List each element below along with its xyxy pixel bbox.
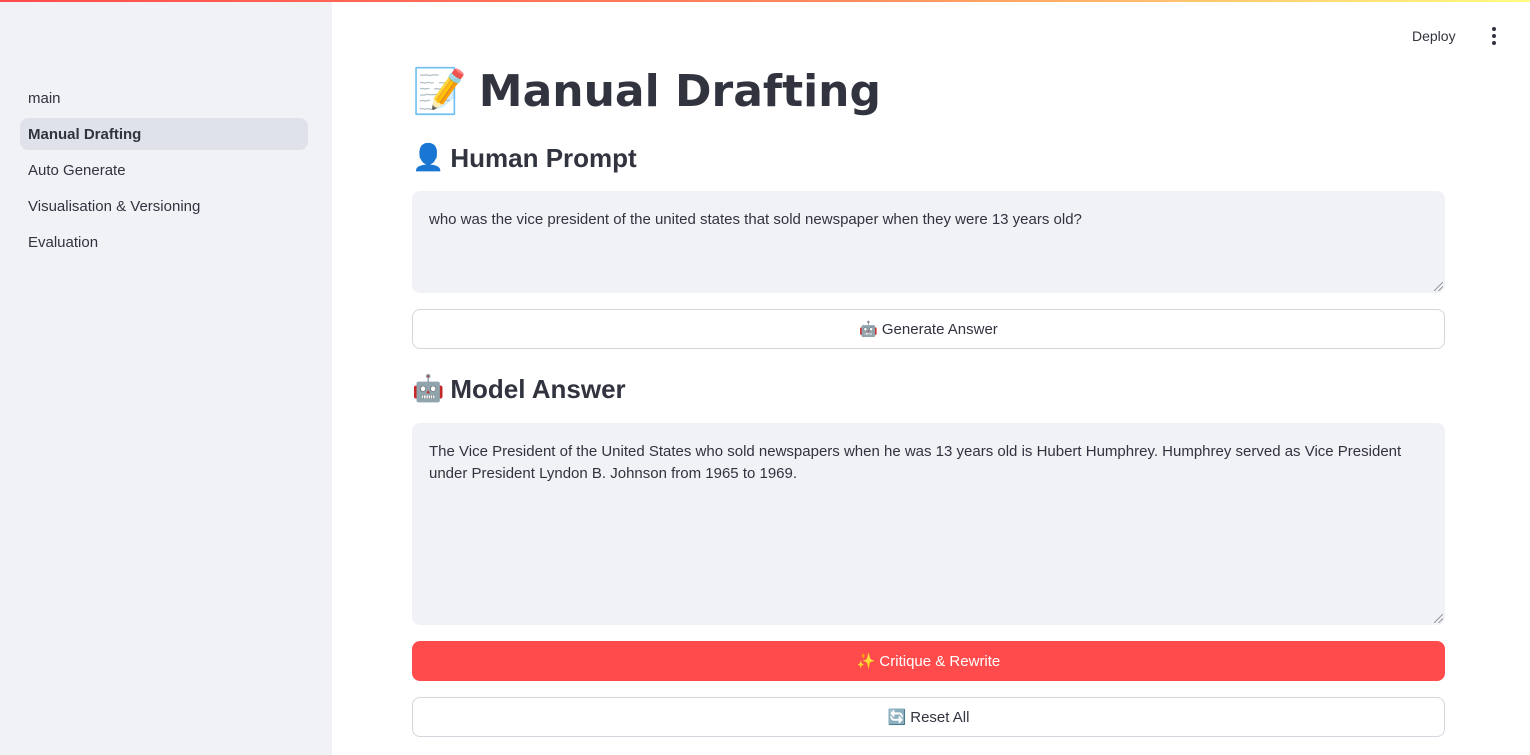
human-prompt-textarea[interactable]: who was the vice president of the united… <box>412 191 1445 293</box>
model-answer-textarea[interactable]: The Vice President of the United States … <box>412 423 1445 625</box>
model-answer-heading: 🤖 Model Answer <box>412 371 626 407</box>
sidebar-item-evaluation[interactable]: Evaluation <box>20 226 308 258</box>
sidebar-item-manual-drafting[interactable]: Manual Drafting <box>20 118 308 150</box>
deploy-button[interactable]: Deploy <box>1412 24 1456 48</box>
kebab-dot <box>1492 41 1496 45</box>
sidebar-item-label: Visualisation & Versioning <box>28 197 201 215</box>
critique-rewrite-button[interactable]: ✨ Critique & Rewrite <box>412 641 1445 681</box>
human-prompt-value: who was the vice president of the united… <box>429 211 1082 228</box>
kebab-dot <box>1492 27 1496 31</box>
sidebar-item-visualisation-versioning[interactable]: Visualisation & Versioning <box>20 190 308 222</box>
kebab-dot <box>1492 34 1496 38</box>
sidebar-item-auto-generate[interactable]: Auto Generate <box>20 154 308 186</box>
main-content: Deploy 📝 Manual Drafting 👤 Human Prompt … <box>332 0 1530 755</box>
sidebar: main Manual Drafting Auto Generate Visua… <box>0 0 332 755</box>
sidebar-item-label: Manual Drafting <box>28 125 142 143</box>
memo-icon: 📝 <box>412 66 467 117</box>
kebab-menu-icon[interactable] <box>1484 24 1504 48</box>
page-title: 📝 Manual Drafting <box>412 62 881 120</box>
sidebar-nav: main Manual Drafting Auto Generate Visua… <box>20 82 308 262</box>
human-prompt-heading-text: Human Prompt <box>450 142 637 173</box>
sparkles-icon: ✨ <box>856 652 876 670</box>
generate-answer-button[interactable]: 🤖 Generate Answer <box>412 309 1445 349</box>
model-answer-heading-text: Model Answer <box>450 373 626 404</box>
model-answer-value: The Vice President of the United States … <box>429 443 1402 482</box>
generate-answer-label: Generate Answer <box>881 320 998 338</box>
page-title-text: Manual Drafting <box>478 65 882 117</box>
sidebar-item-main[interactable]: main <box>20 82 308 114</box>
reset-all-button[interactable]: 🔄 Reset All <box>412 697 1445 737</box>
top-accent-bar <box>0 0 1530 2</box>
refresh-icon: 🔄 <box>887 708 907 726</box>
critique-rewrite-label: Critique & Rewrite <box>879 652 1001 670</box>
sidebar-item-label: main <box>28 89 61 107</box>
resize-handle-icon[interactable] <box>1434 282 1443 291</box>
robot-icon: 🤖 <box>412 374 445 404</box>
sidebar-item-label: Auto Generate <box>28 161 126 179</box>
robot-icon: 🤖 <box>859 320 878 338</box>
reset-all-label: Reset All <box>910 708 970 726</box>
resize-handle-icon[interactable] <box>1434 614 1443 623</box>
person-icon: 👤 <box>412 143 445 173</box>
human-prompt-heading: 👤 Human Prompt <box>412 140 637 176</box>
sidebar-item-label: Evaluation <box>28 233 99 251</box>
